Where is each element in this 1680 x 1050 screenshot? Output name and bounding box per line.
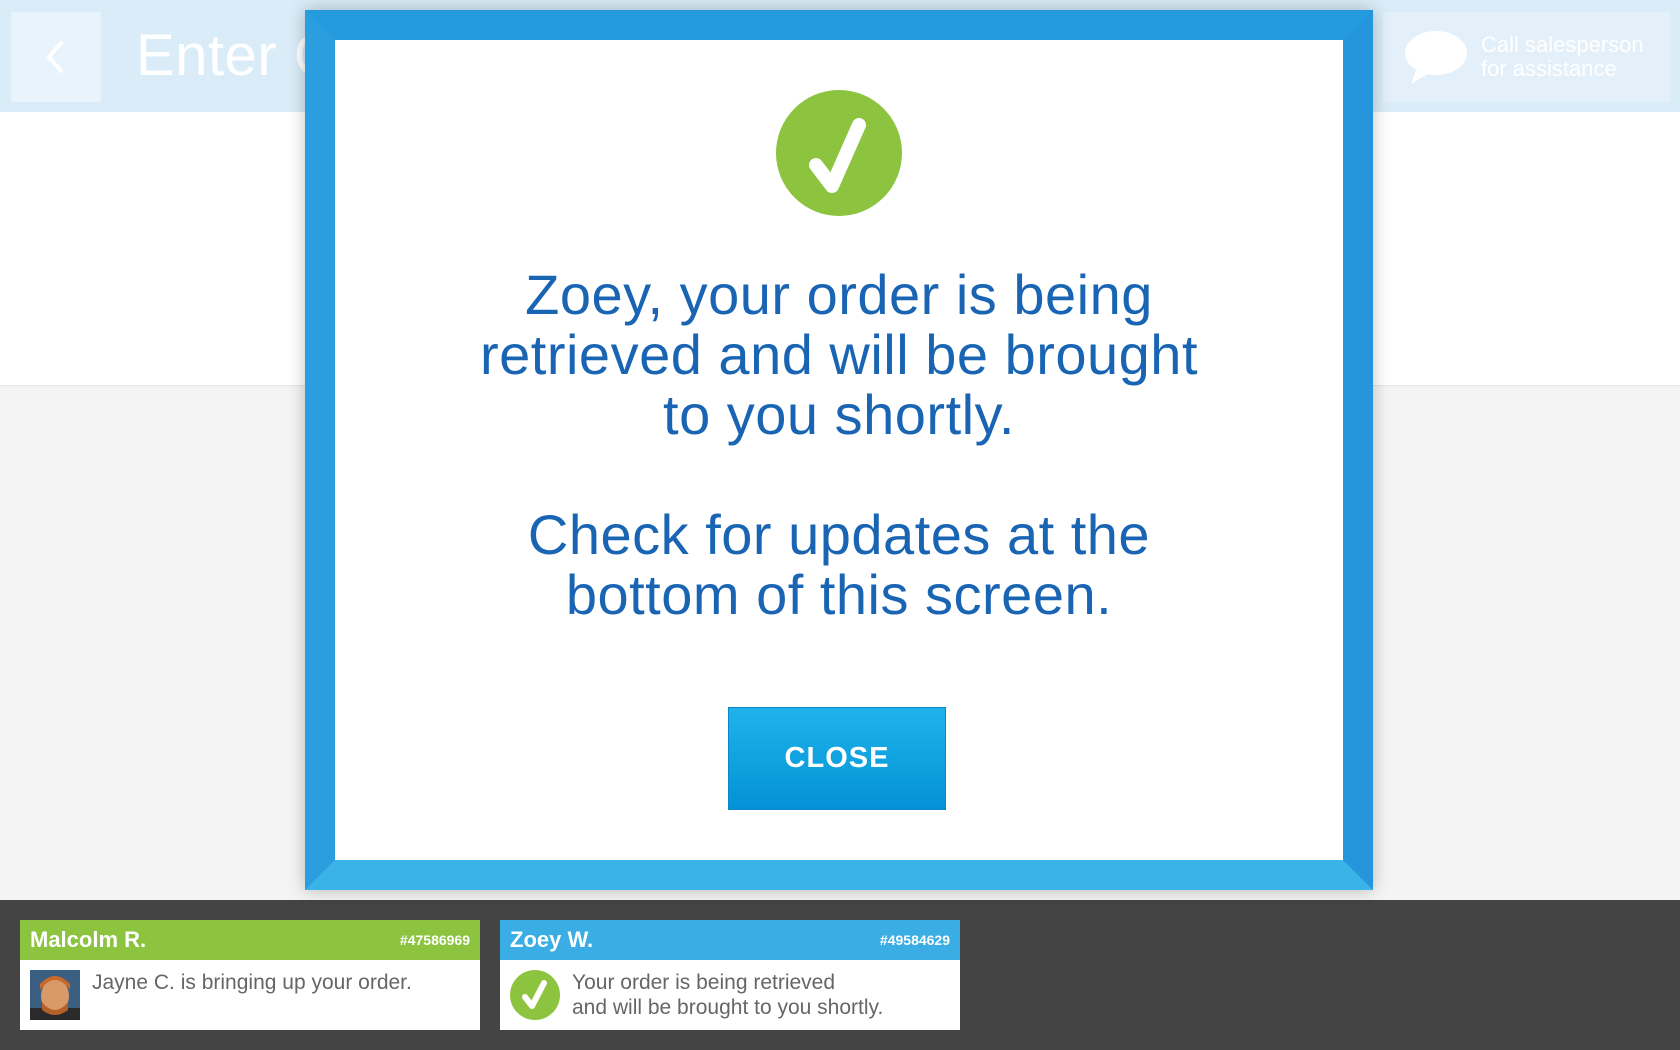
dialog-content: Zoey, your order is being retrieved and …	[335, 40, 1343, 860]
order-number: #47586969	[399, 932, 470, 948]
confirmation-line-1: Zoey, your order is being	[525, 263, 1153, 326]
confirmation-line-3: to you shortly.	[663, 383, 1015, 446]
call-salesperson-button[interactable]: Call salesperson for assistance	[1383, 12, 1670, 102]
customer-name: Zoey W.	[510, 927, 594, 952]
order-card-zoey[interactable]: Zoey W. #49584629 Your order is being re…	[500, 920, 960, 1030]
close-button[interactable]: CLOSE	[728, 707, 946, 810]
order-card-malcolm[interactable]: Malcolm R. #47586969 Jayne C. is bringin…	[20, 920, 480, 1030]
order-message: Your order is being retrieved and will b…	[572, 970, 883, 1020]
customer-name: Malcolm R.	[30, 927, 147, 952]
order-message-line-1: Your order is being retrieved	[572, 971, 836, 994]
confirmation-message: Zoey, your order is being retrieved and …	[335, 265, 1343, 445]
checkmark-circle-icon	[510, 970, 560, 1020]
confirmation-line-2: retrieved and will be brought	[479, 323, 1199, 386]
order-card-body: Your order is being retrieved and will b…	[500, 960, 960, 1030]
order-message: Jayne C. is bringing up your order.	[92, 970, 412, 995]
order-card-body: Jayne C. is bringing up your order.	[20, 960, 480, 1030]
order-number: #49584629	[879, 932, 950, 948]
order-card-header: Zoey W. #49584629	[500, 920, 960, 960]
assist-line-1: Call salesperson	[1481, 32, 1644, 57]
checkmark-circle-icon	[776, 90, 902, 216]
back-button[interactable]	[11, 12, 101, 102]
assist-line-2: for assistance	[1481, 56, 1617, 81]
order-message-line-2: and will be brought to you shortly.	[572, 996, 884, 1019]
order-message-line-1: Jayne C. is bringing up your order.	[92, 971, 412, 994]
updates-line-1: Check for updates at the	[527, 503, 1151, 566]
order-confirmation-dialog: Zoey, your order is being retrieved and …	[305, 10, 1373, 890]
order-card-header: Malcolm R. #47586969	[20, 920, 480, 960]
chevron-left-icon	[47, 41, 63, 73]
chat-bubble-icon	[1405, 31, 1467, 84]
updates-line-2: bottom of this screen.	[565, 563, 1113, 626]
assist-text: Call salesperson for assistance	[1481, 33, 1661, 81]
avatar	[30, 970, 80, 1020]
updates-message: Check for updates at the bottom of this …	[335, 505, 1343, 625]
